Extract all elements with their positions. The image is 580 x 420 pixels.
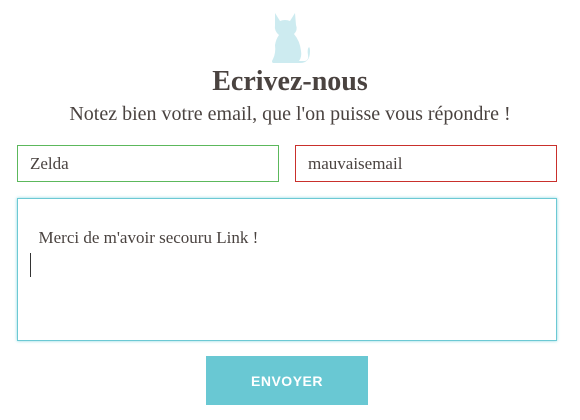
email-field-value: mauvaisemail <box>308 154 403 173</box>
email-field[interactable]: mauvaisemail <box>295 145 557 182</box>
text-caret <box>30 253 31 277</box>
page-title: Ecrivez-nous <box>212 66 368 97</box>
send-button[interactable]: ENVOYER <box>206 356 368 405</box>
name-field-value: Zelda <box>30 154 69 173</box>
cat-icon <box>272 13 310 63</box>
page-subtitle: Notez bien votre email, que l'on puisse … <box>69 103 511 125</box>
message-textarea[interactable]: Merci de m'avoir secouru Link ! <box>17 198 557 341</box>
name-field[interactable]: Zelda <box>17 145 279 182</box>
message-textarea-value: Merci de m'avoir secouru Link ! <box>38 228 259 247</box>
